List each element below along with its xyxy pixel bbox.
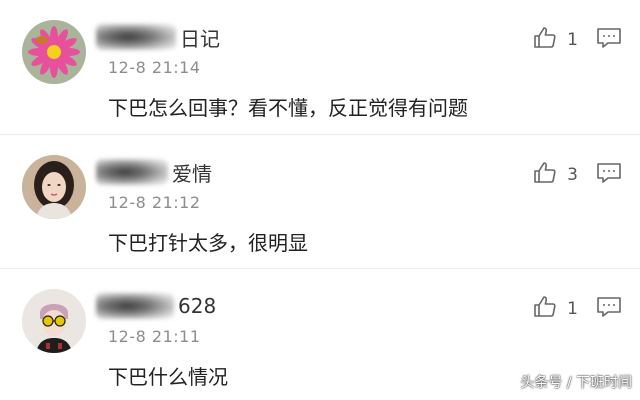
username-suffix: 日记 [180, 26, 220, 51]
like-count: 1 [567, 30, 578, 50]
comment-time: 12-8 21:14 [108, 58, 201, 77]
comment-text: 下巴什么情况 [108, 365, 228, 389]
watermark: 头条号 / 下班时间 [520, 375, 632, 391]
name-blur-mask [96, 159, 168, 185]
comment-icon [596, 297, 622, 323]
comment-icon [596, 163, 622, 189]
reply-button[interactable] [596, 26, 622, 50]
like-count: 1 [567, 299, 578, 319]
name-blur-mask [96, 24, 176, 50]
flower-avatar-icon[interactable] [22, 20, 86, 84]
woman-avatar-icon[interactable] [22, 155, 86, 219]
comment-time: 12-8 21:11 [108, 327, 201, 346]
thumbs-up-icon [533, 26, 557, 54]
username[interactable]: 628 [96, 291, 216, 321]
comment-text: 下巴怎么回事？看不懂，反正觉得有问题 [108, 96, 468, 120]
comment-time: 12-8 21:12 [108, 193, 201, 212]
username[interactable]: 爱情 [96, 157, 212, 187]
comment-text: 下巴打针太多，很明显 [108, 231, 308, 255]
comment-item: 日记 12-8 21:14 下巴怎么回事？看不懂，反正觉得有问题 1 [0, 0, 640, 134]
username-suffix: 爱情 [172, 161, 212, 186]
thumbs-up-icon [533, 295, 557, 323]
username[interactable]: 日记 [96, 22, 220, 52]
like-button[interactable]: 1 [533, 295, 578, 323]
comment-icon [596, 28, 622, 54]
reply-button[interactable] [596, 161, 622, 185]
thumbs-up-icon [533, 161, 557, 189]
name-blur-mask [96, 293, 174, 319]
reply-button[interactable] [596, 295, 622, 319]
like-count: 3 [567, 165, 578, 185]
sunglasses-avatar-icon[interactable] [22, 289, 86, 353]
comment-item: 爱情 12-8 21:12 下巴打针太多，很明显 3 [0, 134, 640, 268]
like-button[interactable]: 1 [533, 26, 578, 54]
like-button[interactable]: 3 [533, 161, 578, 189]
username-suffix: 628 [178, 294, 217, 318]
